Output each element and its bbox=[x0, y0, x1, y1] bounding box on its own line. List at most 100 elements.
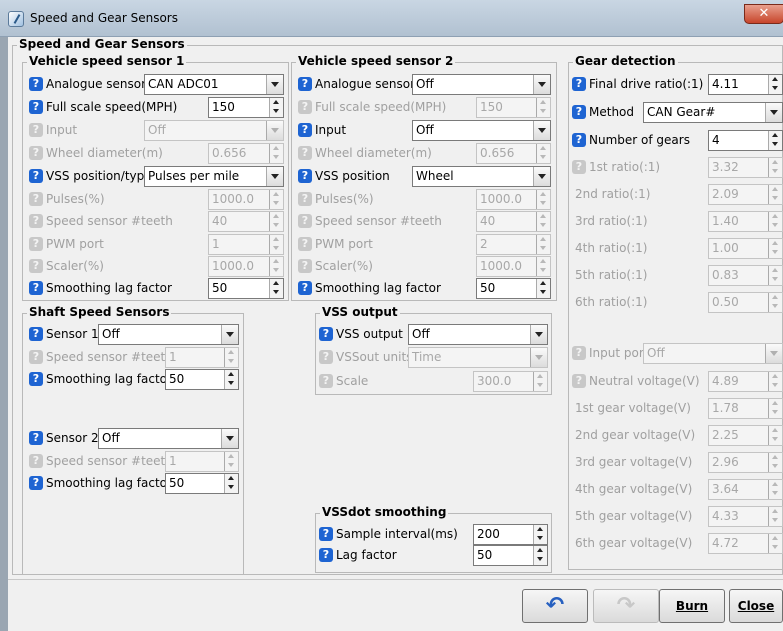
help-icon[interactable]: ? bbox=[29, 100, 43, 114]
help-icon: ? bbox=[298, 214, 312, 228]
spin-arrows-icon bbox=[768, 372, 782, 391]
help-icon[interactable]: ? bbox=[298, 169, 312, 183]
gear-2-voltage-label: 2nd gear voltage(V) bbox=[575, 428, 696, 442]
spin-arrows-icon[interactable] bbox=[269, 279, 283, 298]
chevron-down-icon[interactable] bbox=[221, 429, 238, 448]
help-icon: ? bbox=[298, 192, 312, 206]
vss2-input-select[interactable]: Off bbox=[412, 120, 551, 141]
help-icon[interactable]: ? bbox=[572, 77, 586, 91]
vss1-pulses-spinner: 1000.0 bbox=[208, 189, 284, 210]
undo-button[interactable]: ↶ bbox=[522, 589, 588, 623]
shaft-sensor2-smoothing-label: Smoothing lag factor bbox=[46, 476, 172, 490]
help-icon[interactable]: ? bbox=[298, 281, 312, 295]
vss1-teeth-spinner: 40 bbox=[208, 211, 284, 232]
help-icon[interactable]: ? bbox=[29, 431, 43, 445]
vss2-smoothing-label: Smoothing lag factor bbox=[315, 281, 441, 295]
help-icon[interactable]: ? bbox=[298, 123, 312, 137]
help-icon[interactable]: ? bbox=[29, 77, 43, 91]
shaft-sensor1-select[interactable]: Off bbox=[98, 324, 239, 345]
help-icon[interactable]: ? bbox=[29, 327, 43, 341]
help-icon: ? bbox=[298, 100, 312, 114]
ratio-5-label: 5th ratio(:1) bbox=[575, 268, 648, 282]
gear-2-voltage-spinner: 2.25 bbox=[708, 425, 783, 446]
vss1-full-scale-label: Full scale speed(MPH) bbox=[46, 100, 178, 114]
ratio-3-label: 3rd ratio(:1) bbox=[575, 214, 648, 228]
ratio-2-label: 2nd ratio(:1) bbox=[575, 187, 651, 201]
vss1-full-scale-spinner[interactable]: 150 bbox=[208, 97, 284, 118]
chevron-down-icon bbox=[266, 121, 283, 140]
spin-arrows-icon[interactable] bbox=[269, 98, 283, 117]
spin-arrows-icon[interactable] bbox=[224, 370, 238, 389]
spin-arrows-icon[interactable] bbox=[533, 525, 547, 544]
vss-output-select[interactable]: Off bbox=[408, 324, 548, 345]
gear-5-voltage-label: 5th gear voltage(V) bbox=[575, 509, 693, 523]
spin-arrows-icon[interactable] bbox=[768, 131, 782, 150]
spin-arrows-icon bbox=[536, 235, 550, 254]
help-icon[interactable]: ? bbox=[319, 548, 333, 562]
spin-arrows-icon bbox=[768, 185, 782, 204]
vssout-units-label: VSSout units bbox=[336, 350, 413, 364]
method-select[interactable]: CAN Gear# bbox=[643, 102, 783, 123]
spin-arrows-icon[interactable] bbox=[768, 75, 782, 94]
input-port-select: Off bbox=[643, 343, 783, 364]
button-bar: ↶ ↷ Burn Close bbox=[8, 579, 783, 631]
spin-arrows-icon[interactable] bbox=[224, 474, 238, 493]
help-icon: ? bbox=[298, 146, 312, 160]
vss2-position-select[interactable]: Wheel bbox=[412, 166, 551, 187]
help-icon[interactable]: ? bbox=[29, 372, 43, 386]
help-icon[interactable]: ? bbox=[319, 327, 333, 341]
chevron-down-icon[interactable] bbox=[266, 75, 283, 94]
chevron-down-icon[interactable] bbox=[533, 121, 550, 140]
vss-output-scale-label: Scale bbox=[336, 374, 369, 388]
chevron-down-icon[interactable] bbox=[221, 325, 238, 344]
number-of-gears-spinner[interactable]: 4 bbox=[708, 130, 783, 151]
vss2-wheel-diameter-label: Wheel diameter(m) bbox=[315, 146, 432, 160]
title-bar[interactable]: Speed and Gear Sensors ✕ bbox=[0, 0, 783, 37]
chevron-down-icon[interactable] bbox=[266, 167, 283, 186]
shaft-sensor2-select[interactable]: Off bbox=[98, 428, 239, 449]
help-icon[interactable]: ? bbox=[319, 527, 333, 541]
spin-arrows-icon bbox=[768, 507, 782, 526]
vss2-title: Vehicle speed sensor 2 bbox=[296, 54, 456, 68]
help-icon[interactable]: ? bbox=[298, 77, 312, 91]
chevron-down-icon[interactable] bbox=[533, 75, 550, 94]
shaft-sensor2-smoothing-spinner[interactable]: 50 bbox=[165, 473, 239, 494]
sample-interval-spinner[interactable]: 200 bbox=[473, 524, 548, 545]
undo-icon: ↶ bbox=[545, 593, 565, 618]
help-icon[interactable]: ? bbox=[29, 476, 43, 490]
window-close-button[interactable]: ✕ bbox=[744, 4, 783, 24]
ratio-4-label: 4th ratio(:1) bbox=[575, 241, 648, 255]
spin-arrows-icon[interactable] bbox=[533, 546, 547, 565]
vss1-smoothing-spinner[interactable]: 50 bbox=[208, 278, 284, 299]
chevron-down-icon[interactable] bbox=[533, 167, 550, 186]
gear-5-voltage-spinner: 4.33 bbox=[708, 506, 783, 527]
spin-arrows-icon bbox=[224, 452, 238, 471]
help-icon: ? bbox=[298, 237, 312, 251]
shaft-sensor1-smoothing-spinner[interactable]: 50 bbox=[165, 369, 239, 390]
close-button[interactable]: Close bbox=[729, 589, 783, 623]
chevron-down-icon[interactable] bbox=[765, 103, 782, 122]
vss1-analogue-sensor-select[interactable]: CAN ADC01 bbox=[144, 74, 284, 95]
vss2-pwm-port-label: PWM port bbox=[315, 237, 373, 251]
vss2-smoothing-spinner[interactable]: 50 bbox=[476, 278, 551, 299]
spin-arrows-icon bbox=[536, 98, 550, 117]
final-drive-label: Final drive ratio(:1) bbox=[589, 77, 704, 91]
chevron-down-icon bbox=[765, 344, 782, 363]
vss2-pulses-spinner: 1000.0 bbox=[476, 189, 551, 210]
help-icon: ? bbox=[319, 374, 333, 388]
chevron-down-icon[interactable] bbox=[530, 325, 547, 344]
vss1-position-select[interactable]: Pulses per mile bbox=[144, 166, 284, 187]
vss2-analogue-sensor-select[interactable]: Off bbox=[412, 74, 551, 95]
sample-interval-label: Sample interval(ms) bbox=[336, 527, 458, 541]
help-icon[interactable]: ? bbox=[29, 281, 43, 295]
ratio-5-spinner: 0.83 bbox=[708, 265, 783, 286]
burn-button[interactable]: Burn bbox=[659, 589, 725, 623]
help-icon[interactable]: ? bbox=[572, 133, 586, 147]
lag-factor-spinner[interactable]: 50 bbox=[473, 545, 548, 566]
final-drive-spinner[interactable]: 4.11 bbox=[708, 74, 783, 95]
spin-arrows-icon bbox=[768, 239, 782, 258]
help-icon[interactable]: ? bbox=[572, 105, 586, 119]
spin-arrows-icon[interactable] bbox=[536, 279, 550, 298]
help-icon[interactable]: ? bbox=[29, 169, 43, 183]
shaft-sensor1-teeth-spinner: 1 bbox=[165, 347, 239, 368]
